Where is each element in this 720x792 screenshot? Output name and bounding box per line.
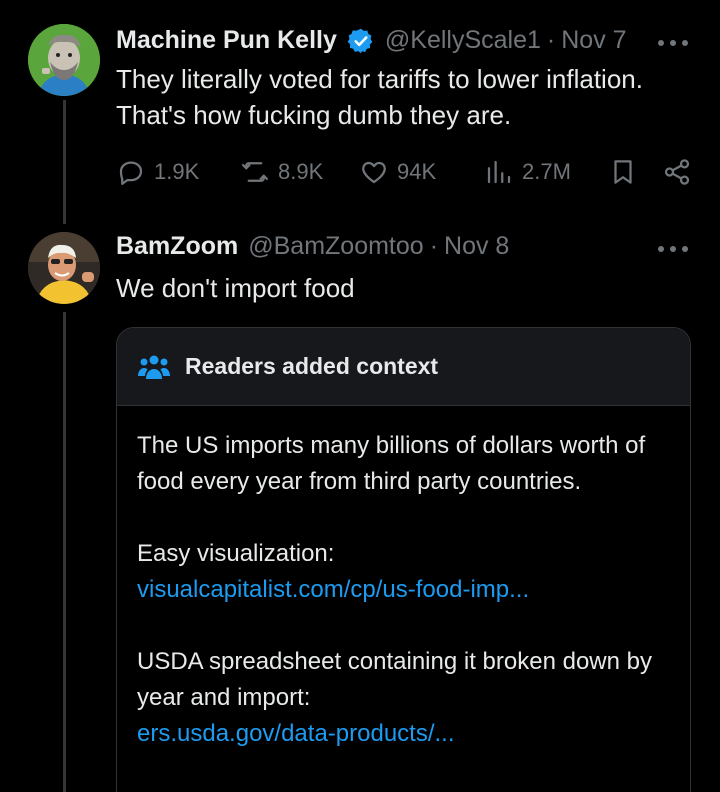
like-icon <box>362 161 386 184</box>
like-count: 94K <box>397 159 437 184</box>
tweet-text: We don't import food <box>116 273 355 303</box>
author-handle[interactable]: @KellyScale1 <box>385 26 541 55</box>
community-notes-icon <box>138 355 170 379</box>
tweet-date[interactable]: Nov 8 <box>444 232 509 261</box>
author-handle[interactable]: @BamZoomtoo <box>248 232 423 261</box>
retweet-icon <box>242 162 268 182</box>
views-icon <box>487 160 511 184</box>
verified-badge-icon <box>347 28 373 53</box>
usda-link[interactable]: ers.usda.gov/data-products/... <box>137 716 670 752</box>
tweet-date[interactable]: Nov 7 <box>561 26 626 55</box>
avatar[interactable] <box>28 24 100 96</box>
views-count: 2.7M <box>522 159 571 184</box>
note-paragraph: USDA spreadsheet containing it broken do… <box>137 648 652 711</box>
like-button[interactable]: 94K <box>359 157 436 187</box>
author-name[interactable]: Machine Pun Kelly <box>116 26 337 55</box>
community-note-header: Readers added context <box>117 328 690 406</box>
views-button[interactable]: 2.7M <box>484 157 571 187</box>
thread-connector-line <box>63 312 66 792</box>
bookmark-button[interactable] <box>608 157 646 187</box>
community-note-card[interactable]: Readers added context The US imports man… <box>116 327 691 792</box>
thread-connector-line <box>63 100 66 224</box>
author-name[interactable]: BamZoom <box>116 232 238 261</box>
note-paragraph: The US imports many billions of dollars … <box>137 432 646 495</box>
tweet-actions: 1.9K 8.9K 94K 2.7M <box>116 152 690 192</box>
note-paragraph: Easy visualization: <box>137 540 335 567</box>
retweet-button[interactable]: 8.9K <box>240 157 323 187</box>
retweet-count: 8.9K <box>278 159 324 184</box>
share-button[interactable] <box>662 157 700 187</box>
avatar[interactable] <box>28 232 100 304</box>
separator: · <box>429 232 439 260</box>
visualization-link[interactable]: visualcapitalist.com/cp/us-food-imp... <box>137 572 670 608</box>
share-icon <box>664 159 690 185</box>
bookmark-icon <box>614 160 632 184</box>
community-note-title: Readers added context <box>185 353 439 379</box>
reply-icon <box>119 161 143 185</box>
more-icon[interactable] <box>658 38 688 48</box>
reply-button[interactable]: 1.9K <box>116 157 199 187</box>
community-note-body: The US imports many billions of dollars … <box>117 406 690 752</box>
reply-count: 1.9K <box>154 159 200 184</box>
tweet-text: They literally voted for tariffs to lowe… <box>116 64 643 130</box>
more-icon[interactable] <box>658 244 688 254</box>
tweet-header: Machine Pun Kelly @KellyScale1 · Nov 7 <box>116 26 627 55</box>
separator: · <box>546 26 556 54</box>
tweet-header: BamZoom @BamZoomtoo · Nov 8 <box>116 232 509 261</box>
